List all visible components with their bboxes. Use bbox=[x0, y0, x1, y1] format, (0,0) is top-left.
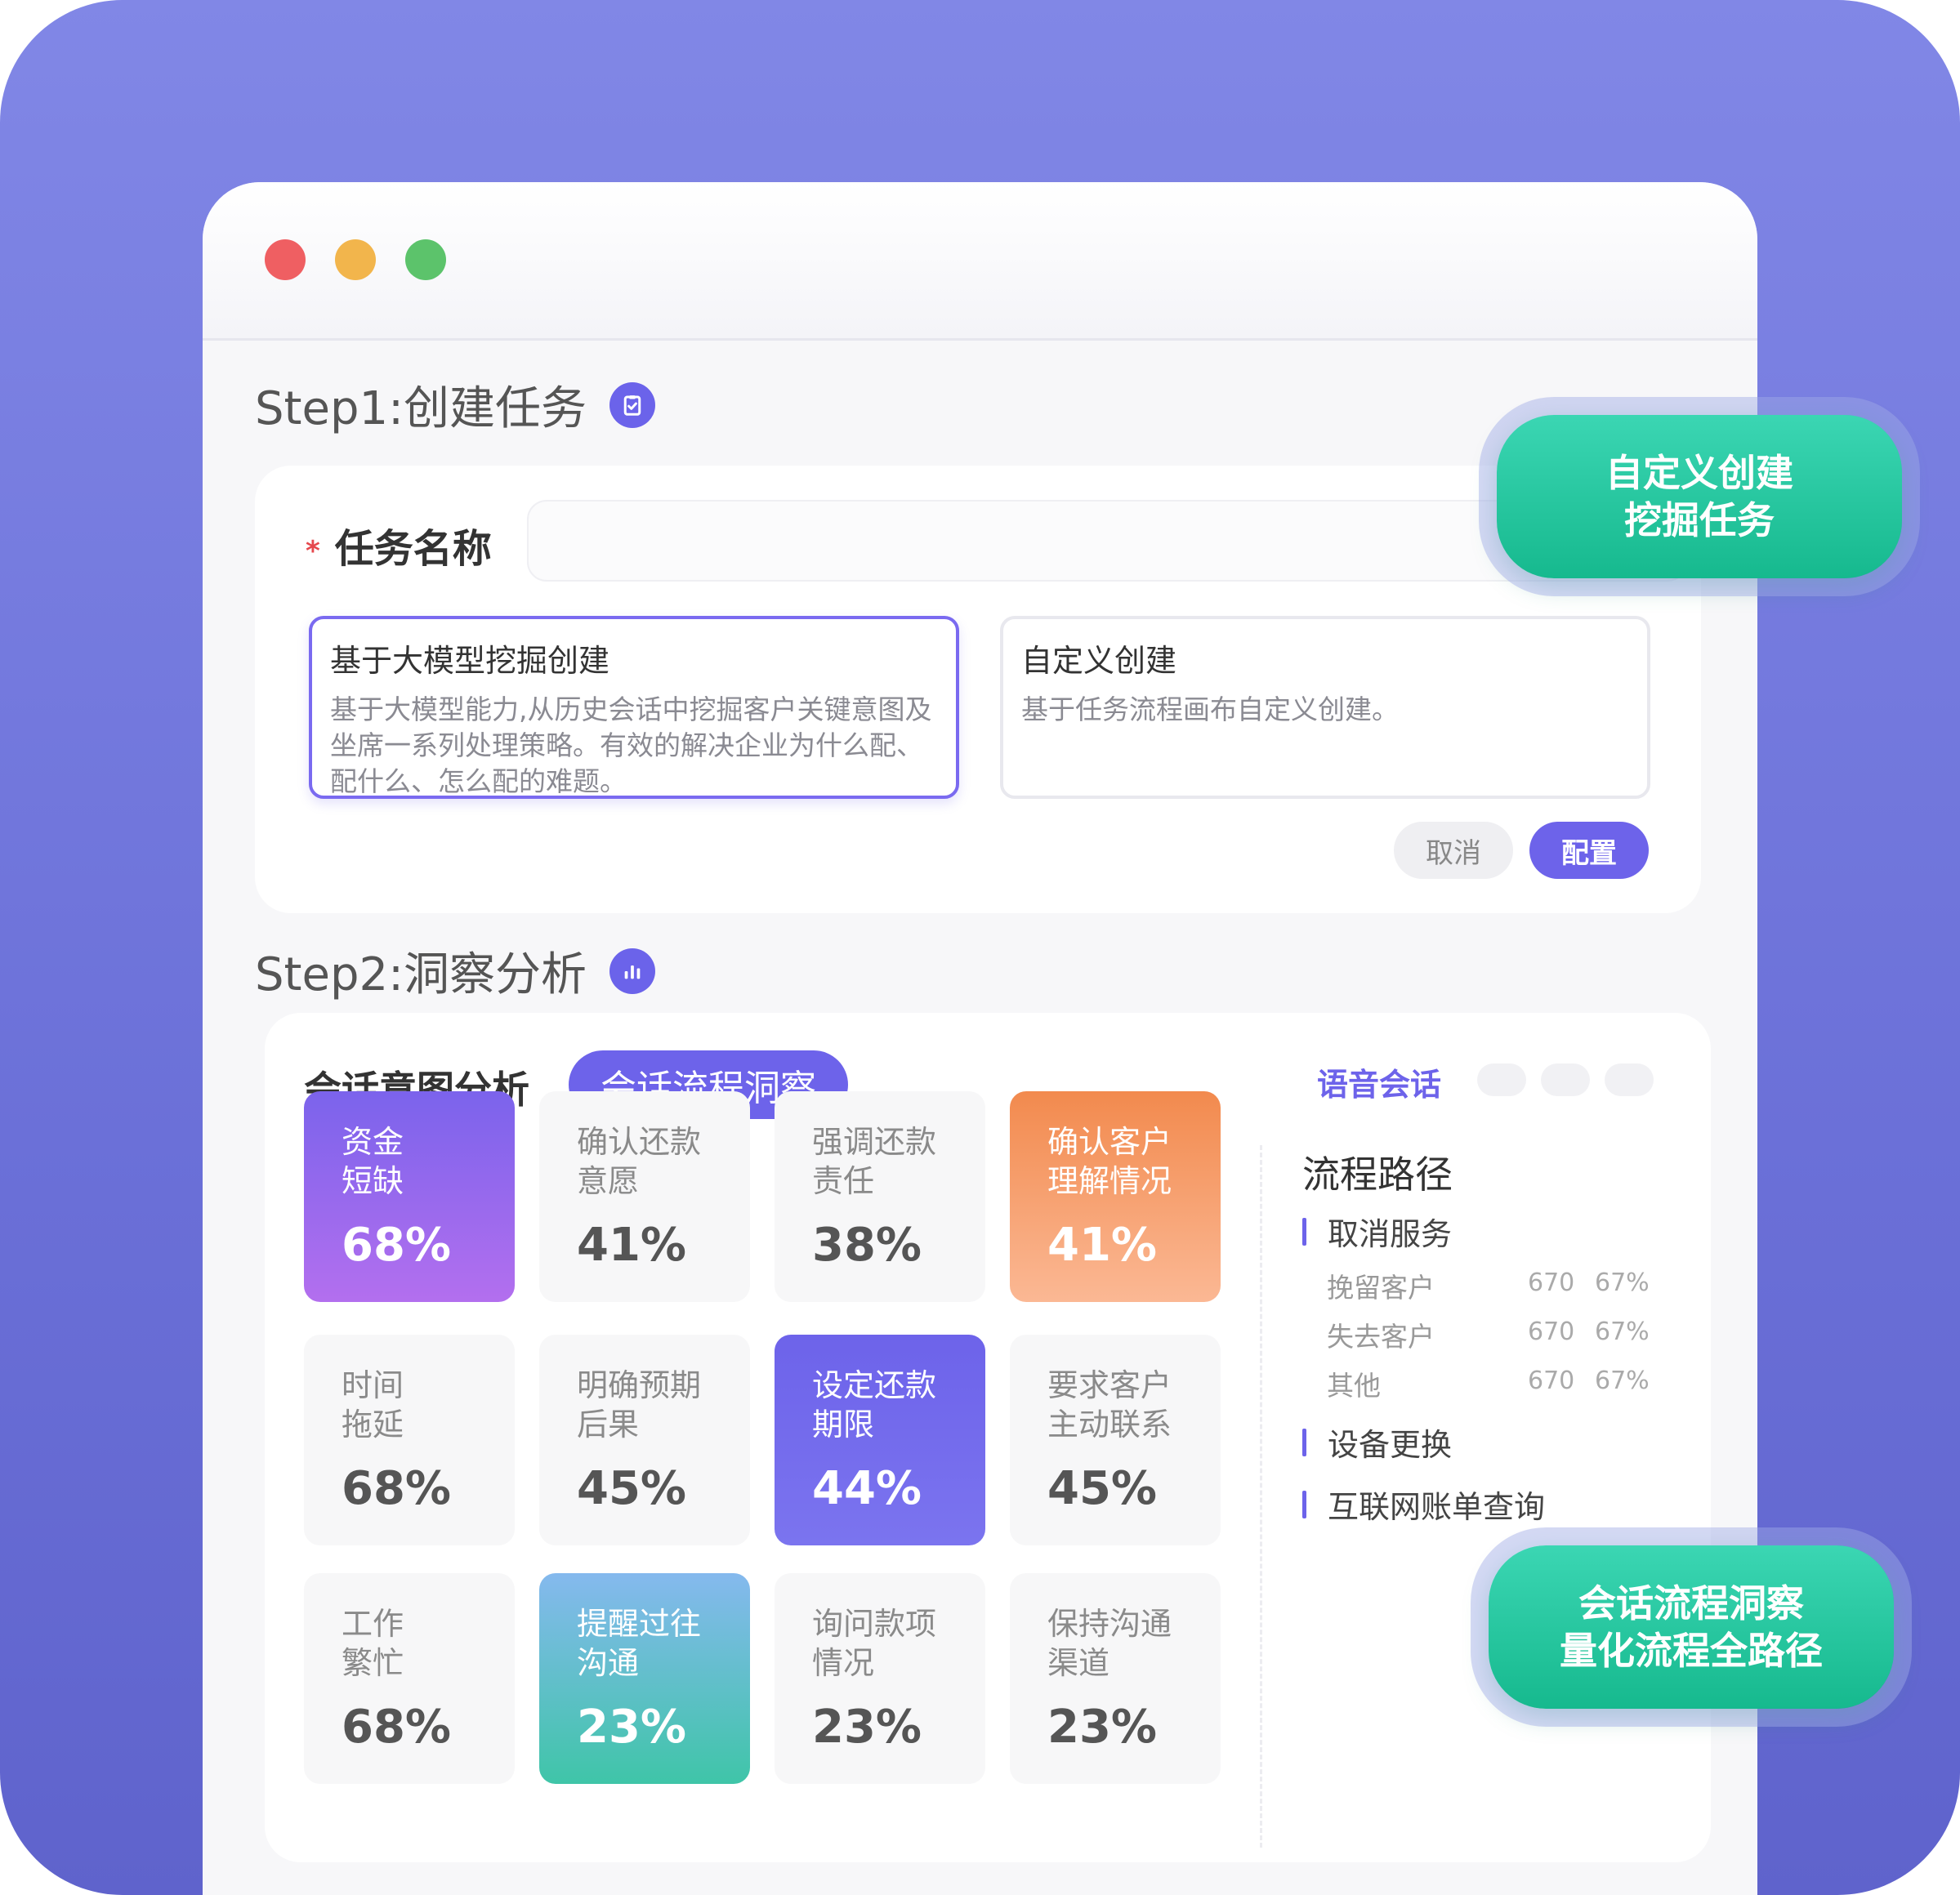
title-bar bbox=[203, 182, 1757, 341]
bar-chart-icon bbox=[609, 948, 655, 994]
step1-config-button[interactable]: 配置 bbox=[1529, 822, 1649, 879]
minimize-window-dot[interactable] bbox=[335, 239, 376, 280]
maximize-window-dot[interactable] bbox=[405, 239, 446, 280]
flow-sub-pct: 67% bbox=[1595, 1367, 1650, 1395]
step1-title-text: Step1:创建任务 bbox=[255, 382, 587, 435]
intent-tile[interactable]: 确认还款 意愿 41% bbox=[539, 1091, 750, 1302]
intent-tile[interactable]: 询问款项 情况 23% bbox=[775, 1573, 985, 1784]
option-custom-desc: 基于任务流程画布自定义创建。 bbox=[1021, 693, 1399, 725]
intent-tile-label: 要求客户 主动联系 bbox=[1047, 1367, 1172, 1442]
custom-create-badge-text: 自定义创建 挖掘任务 bbox=[1605, 451, 1793, 542]
required-mark: * bbox=[306, 535, 320, 568]
intent-tile-label: 保持沟通 渠道 bbox=[1047, 1606, 1172, 1681]
flow-sub-pct: 67% bbox=[1595, 1318, 1650, 1346]
intent-tile[interactable]: 时间 拖延 68% bbox=[304, 1335, 515, 1545]
intent-tile[interactable]: 提醒过往 沟通 23% bbox=[539, 1573, 750, 1784]
flow-sub-name: 失去客户 bbox=[1327, 1321, 1435, 1353]
flow-item-device-replace[interactable]: 设备更换 bbox=[1302, 1420, 1452, 1465]
intent-tile-label: 资金 短缺 bbox=[342, 1124, 404, 1199]
option-llm-title: 基于大模型挖掘创建 bbox=[330, 643, 610, 679]
intent-tile-label: 时间 拖延 bbox=[342, 1367, 404, 1442]
flow-sub-name: 其他 bbox=[1327, 1370, 1381, 1402]
voice-session-link[interactable]: 语音会话 bbox=[1317, 1059, 1441, 1104]
option-llm-desc: 基于大模型能力,从历史会话中挖掘客户关键意图及坐席一系列处理策略。有效的解决企业… bbox=[330, 693, 932, 797]
intent-tile-value: 41% bbox=[577, 1219, 687, 1272]
close-window-dot[interactable] bbox=[265, 239, 306, 280]
flow-item-bar bbox=[1302, 1428, 1306, 1456]
step1-title: Step1:创建任务 bbox=[255, 372, 655, 438]
intent-tile-label: 询问款项 情况 bbox=[812, 1606, 937, 1681]
intent-tile-value: 68% bbox=[342, 1701, 452, 1754]
intent-tile-label: 工作 繁忙 bbox=[342, 1606, 404, 1681]
intent-tile[interactable]: 强调还款 责任 38% bbox=[775, 1091, 985, 1302]
intent-tile-value: 23% bbox=[812, 1701, 922, 1754]
flow-item-label: 设备更换 bbox=[1328, 1427, 1453, 1463]
intent-tile[interactable]: 确认客户 理解情况 41% bbox=[1010, 1091, 1221, 1302]
section-divider bbox=[1260, 1145, 1262, 1848]
flow-sub-count: 670 bbox=[1528, 1269, 1575, 1297]
intent-tile-label: 确认客户 理解情况 bbox=[1047, 1124, 1172, 1199]
placeholder-pill-2[interactable] bbox=[1541, 1063, 1590, 1096]
step1-cancel-button[interactable]: 取消 bbox=[1394, 822, 1513, 879]
clipboard-check-icon bbox=[609, 381, 655, 428]
flow-item-bar bbox=[1302, 1490, 1306, 1518]
flow-sub-pct: 67% bbox=[1595, 1269, 1650, 1297]
flow-sub-count: 670 bbox=[1528, 1367, 1575, 1395]
step2-title: Step2:洞察分析 bbox=[255, 938, 655, 1004]
intent-tile-value: 23% bbox=[1047, 1701, 1158, 1754]
flow-item-bar bbox=[1302, 1217, 1306, 1246]
option-custom-create[interactable]: 自定义创建 基于任务流程画布自定义创建。 bbox=[1000, 616, 1650, 799]
intent-tile-label: 明确预期 后果 bbox=[577, 1367, 702, 1442]
intent-tile-value: 23% bbox=[577, 1701, 687, 1754]
create-task-card: * 任务名称 基于大模型挖掘创建 基于大模型能力,从历史会话中挖掘客户关键意图及坐… bbox=[255, 466, 1701, 913]
intent-tile-value: 45% bbox=[577, 1462, 687, 1515]
intent-tile-label: 设定还款 期限 bbox=[812, 1367, 937, 1442]
flow-insight-badge: 会话流程洞察 量化流程全路径 bbox=[1489, 1545, 1894, 1709]
intent-tile-value: 68% bbox=[342, 1462, 452, 1515]
intent-tile-label: 强调还款 责任 bbox=[812, 1124, 937, 1199]
intent-tile-value: 68% bbox=[342, 1219, 452, 1272]
intent-tile-value: 45% bbox=[1047, 1462, 1158, 1515]
flow-item-label: 取消服务 bbox=[1328, 1216, 1453, 1252]
custom-create-badge: 自定义创建 挖掘任务 bbox=[1497, 415, 1902, 578]
flow-sub-name: 挽留客户 bbox=[1327, 1272, 1435, 1304]
flow-item-label: 互联网账单查询 bbox=[1328, 1489, 1546, 1525]
step2-title-text: Step2:洞察分析 bbox=[255, 948, 587, 1001]
task-name-label: * 任务名称 bbox=[306, 516, 492, 573]
flow-item-cancel-service[interactable]: 取消服务 bbox=[1302, 1209, 1452, 1254]
intent-tile-value: 41% bbox=[1047, 1219, 1158, 1272]
intent-tile-value: 38% bbox=[812, 1219, 922, 1272]
intent-tile-value: 44% bbox=[812, 1462, 922, 1515]
option-custom-title: 自定义创建 bbox=[1021, 643, 1177, 679]
intent-tile[interactable]: 资金 短缺 68% bbox=[304, 1091, 515, 1302]
flow-item-internet-bill[interactable]: 互联网账单查询 bbox=[1302, 1482, 1545, 1527]
intent-tile[interactable]: 设定还款 期限 44% bbox=[775, 1335, 985, 1545]
placeholder-pill-1[interactable] bbox=[1477, 1063, 1526, 1096]
flow-sub-count: 670 bbox=[1528, 1318, 1575, 1346]
flow-path-title: 流程路径 bbox=[1302, 1153, 1453, 1197]
intent-tile[interactable]: 要求客户 主动联系 45% bbox=[1010, 1335, 1221, 1545]
intent-tile-label: 确认还款 意愿 bbox=[577, 1124, 702, 1199]
intent-tile[interactable]: 保持沟通 渠道 23% bbox=[1010, 1573, 1221, 1784]
intent-tile[interactable]: 工作 繁忙 68% bbox=[304, 1573, 515, 1784]
placeholder-pill-3[interactable] bbox=[1605, 1063, 1654, 1096]
option-llm-mining[interactable]: 基于大模型挖掘创建 基于大模型能力,从历史会话中挖掘客户关键意图及坐席一系列处理… bbox=[309, 616, 959, 799]
task-name-label-text: 任务名称 bbox=[334, 526, 492, 572]
intent-tile-label: 提醒过往 沟通 bbox=[577, 1606, 702, 1681]
flow-insight-badge-text: 会话流程洞察 量化流程全路径 bbox=[1560, 1581, 1823, 1673]
insight-card: 会话意图分析 会话流程洞察 语音会话 资金 短缺 68% 确认还款 意愿 41% 强调还… bbox=[265, 1013, 1711, 1862]
intent-tile[interactable]: 明确预期 后果 45% bbox=[539, 1335, 750, 1545]
